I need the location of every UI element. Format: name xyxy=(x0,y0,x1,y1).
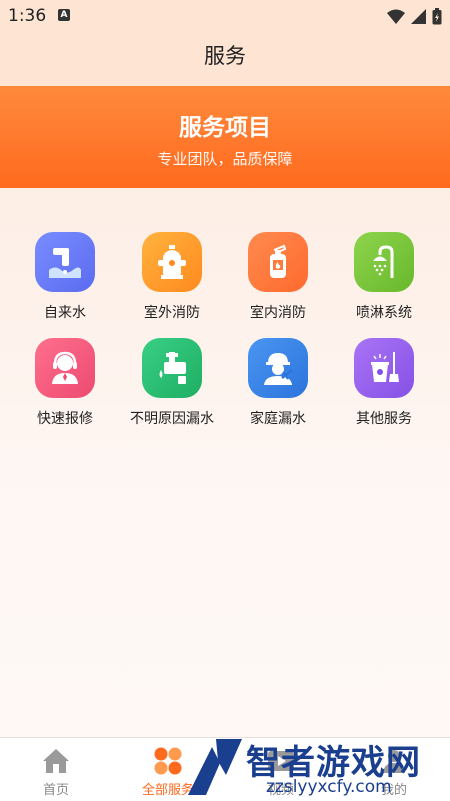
watermark-logo-icon xyxy=(188,739,242,795)
service-label: 不明原因漏水 xyxy=(130,411,214,427)
service-item-sprinkler[interactable]: 喷淋系统 xyxy=(329,232,439,322)
service-item-indoor-fire[interactable]: 室内消防 xyxy=(223,232,333,322)
status-time: 1:36 xyxy=(8,6,47,26)
service-item-other[interactable]: 其他服务 xyxy=(329,338,439,428)
nav-home[interactable]: 首页 xyxy=(0,738,112,801)
watermark: 智者游戏网 zzslyyxcfy.com xyxy=(178,733,450,800)
page-title: 服务 xyxy=(204,44,246,68)
battery-icon xyxy=(432,7,442,24)
service-label: 喷淋系统 xyxy=(356,305,412,321)
customer-service-icon xyxy=(35,338,95,398)
service-label: 其他服务 xyxy=(356,411,412,427)
status-indicators xyxy=(387,7,442,25)
service-label: 快速报修 xyxy=(37,411,93,427)
fire-extinguisher-icon xyxy=(248,232,308,292)
notification-icon: A xyxy=(58,9,70,21)
cleaning-icon xyxy=(354,338,414,398)
services-banner: 服务项目 专业团队，品质保障 xyxy=(0,86,450,188)
service-item-unknown-leak[interactable]: 不明原因漏水 xyxy=(117,338,227,428)
water-pipe-icon xyxy=(35,232,95,292)
shower-icon xyxy=(354,232,414,292)
nav-label: 首页 xyxy=(42,783,69,798)
service-item-quick-repair[interactable]: 快速报修 xyxy=(10,338,120,428)
service-item-home-leak[interactable]: 家庭漏水 xyxy=(223,338,333,428)
service-item-tap-water[interactable]: 自来水 xyxy=(10,232,120,322)
home-icon xyxy=(0,746,112,776)
service-label: 室外消防 xyxy=(144,305,200,321)
service-item-outdoor-fire[interactable]: 室外消防 xyxy=(117,232,227,322)
services-page: 1:36 A 服务 服务项目 专业团队，品质保障 自来水 室外消防 室内消防 喷… xyxy=(0,0,450,801)
status-bar: 1:36 A xyxy=(0,0,450,32)
wifi-icon xyxy=(387,9,405,24)
repairman-icon xyxy=(248,338,308,398)
service-label: 家庭漏水 xyxy=(250,411,306,427)
banner-title: 服务项目 xyxy=(179,115,271,141)
fire-hydrant-icon xyxy=(142,232,202,292)
watermark-url: zzslyyxcfy.com xyxy=(266,777,392,797)
service-label: 室内消防 xyxy=(250,305,306,321)
banner-subtitle: 专业团队，品质保障 xyxy=(157,150,293,168)
signal-icon xyxy=(411,8,426,24)
leak-icon xyxy=(142,338,202,398)
service-label: 自来水 xyxy=(44,305,86,321)
